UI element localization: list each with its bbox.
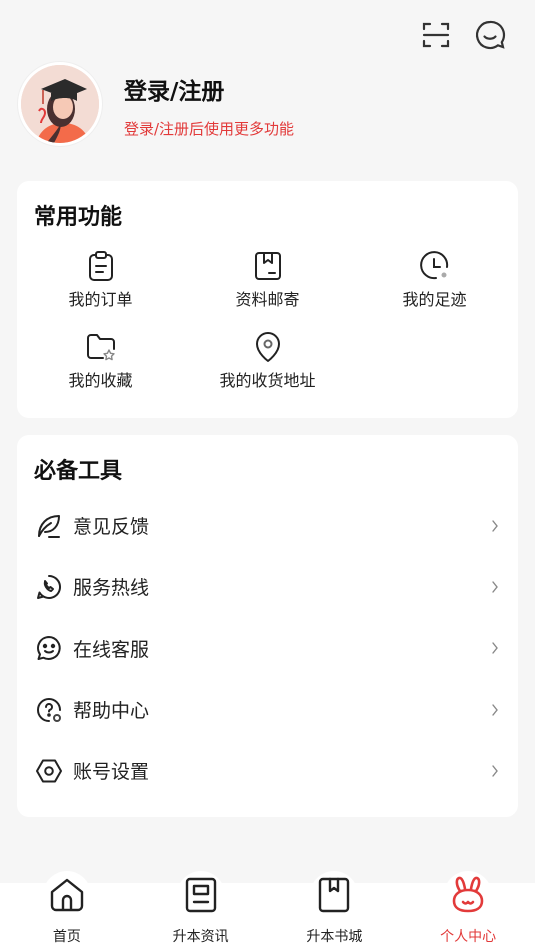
- smile-chat-icon: [34, 633, 64, 663]
- tool-account-settings[interactable]: 账号设置: [17, 740, 518, 801]
- rabbit-icon: [444, 871, 493, 919]
- nav-label: 升本资讯: [172, 929, 229, 945]
- chevron-right-icon: [489, 702, 501, 718]
- function-my-orders[interactable]: 我的订单: [17, 249, 184, 330]
- nav-label: 升本书城: [306, 929, 363, 945]
- tool-feedback[interactable]: 意见反馈: [17, 495, 518, 556]
- tool-label: 账号设置: [73, 761, 150, 784]
- profile-page: 登录/注册 登录/注册后使用更多功能 常用功能 我的订单 资料邮寄 我的足迹 我…: [0, 0, 535, 951]
- login-register-title[interactable]: 登录/注册: [124, 72, 294, 106]
- home-icon: [42, 871, 91, 919]
- top-toolbar: [419, 18, 507, 52]
- help-icon: [34, 695, 64, 725]
- message-icon[interactable]: [473, 18, 507, 52]
- function-label: 我的收货地址: [219, 371, 316, 390]
- avatar[interactable]: [18, 62, 102, 146]
- tool-label: 意见反馈: [73, 516, 150, 539]
- clipboard-icon: [84, 249, 118, 283]
- tools-list: 意见反馈 服务热线 在线客服 帮助中心 账号设置: [17, 495, 518, 801]
- tool-service-hotline[interactable]: 服务热线: [17, 556, 518, 617]
- function-label: 我的订单: [68, 290, 133, 309]
- common-functions-title: 常用功能: [34, 205, 123, 230]
- profile-text: 登录/注册 登录/注册后使用更多功能: [124, 70, 294, 139]
- folder-star-icon: [84, 330, 118, 364]
- scan-icon[interactable]: [419, 18, 453, 52]
- tools-title: 必备工具: [34, 459, 123, 484]
- news-icon: [176, 871, 225, 919]
- nav-label: 首页: [52, 929, 81, 945]
- function-my-address[interactable]: 我的收货地址: [184, 330, 351, 411]
- function-material-mail[interactable]: 资料邮寄: [184, 249, 351, 330]
- function-label: 资料邮寄: [235, 290, 300, 309]
- phone-icon: [34, 572, 64, 602]
- leaf-pen-icon: [34, 511, 64, 541]
- chevron-right-icon: [489, 518, 501, 534]
- common-functions-card: 常用功能 我的订单 资料邮寄 我的足迹 我的收藏 我的收货地址: [17, 181, 518, 418]
- common-functions-grid: 我的订单 资料邮寄 我的足迹 我的收藏 我的收货地址: [17, 249, 518, 411]
- chevron-right-icon: [489, 763, 501, 779]
- tool-label: 帮助中心: [73, 700, 150, 723]
- settings-hex-icon: [34, 756, 64, 786]
- nav-label: 个人中心: [440, 929, 497, 945]
- book-icon: [310, 871, 359, 919]
- bottom-nav: 首页 升本资讯 升本书城 个人中心: [0, 871, 535, 951]
- function-my-favorites[interactable]: 我的收藏: [17, 330, 184, 411]
- nav-home[interactable]: 首页: [0, 871, 134, 951]
- function-label: 我的收藏: [68, 371, 133, 390]
- clock-icon: [418, 249, 452, 283]
- tools-card: 必备工具 意见反馈 服务热线 在线客服 帮助中心 账号设置: [17, 435, 518, 817]
- mail-book-icon: [251, 249, 285, 283]
- tool-online-support[interactable]: 在线客服: [17, 618, 518, 679]
- tool-help-center[interactable]: 帮助中心: [17, 679, 518, 740]
- nav-news[interactable]: 升本资讯: [134, 871, 268, 951]
- location-pin-icon: [251, 330, 285, 364]
- tool-label: 服务热线: [73, 577, 150, 600]
- function-label: 我的足迹: [402, 290, 467, 309]
- login-register-subtitle: 登录/注册后使用更多功能: [124, 119, 295, 138]
- chevron-right-icon: [489, 579, 501, 595]
- chevron-right-icon: [489, 640, 501, 656]
- function-my-footprints[interactable]: 我的足迹: [351, 249, 518, 330]
- tool-label: 在线客服: [73, 638, 150, 661]
- nav-personal-center[interactable]: 个人中心: [401, 871, 535, 951]
- nav-bookstore[interactable]: 升本书城: [268, 871, 402, 951]
- profile-header[interactable]: 登录/注册 登录/注册后使用更多功能: [18, 62, 294, 146]
